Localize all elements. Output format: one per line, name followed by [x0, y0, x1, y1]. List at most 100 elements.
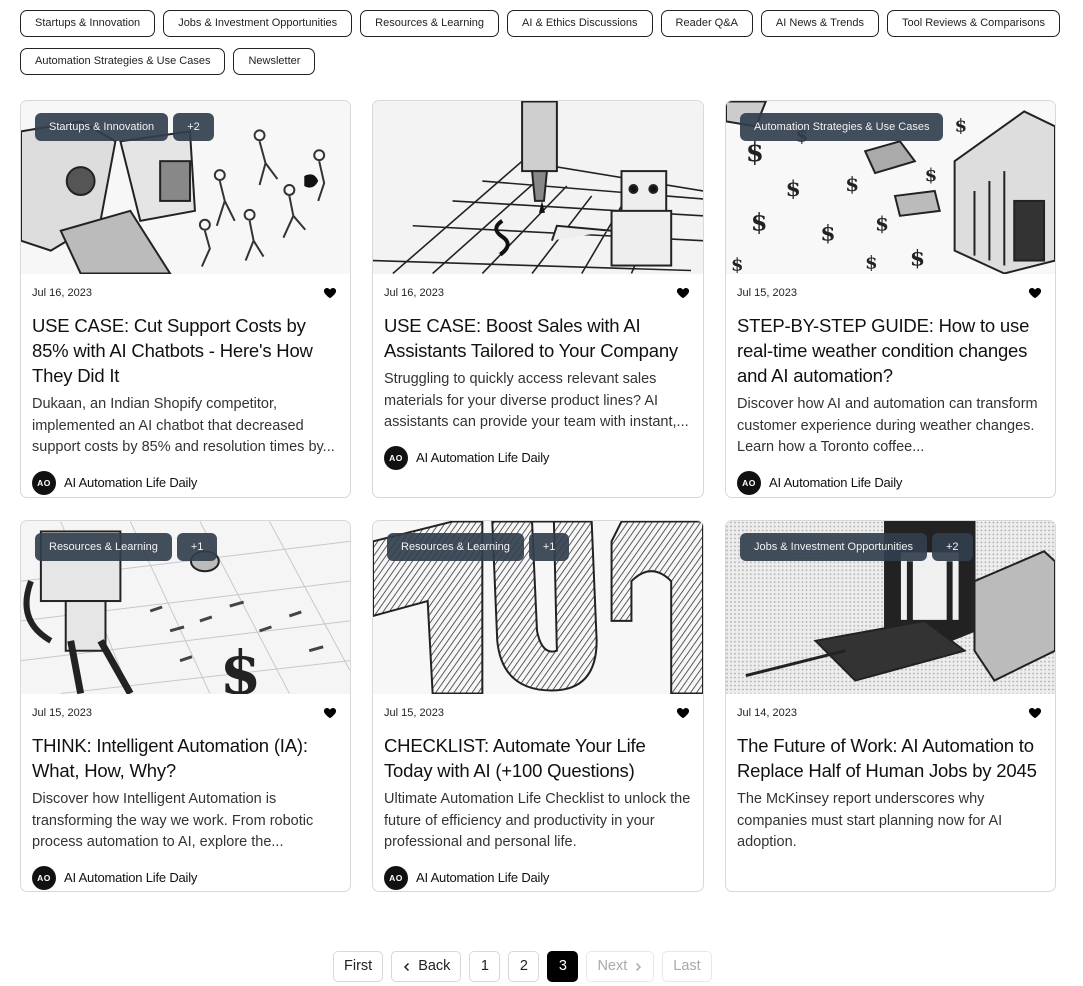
- post-title[interactable]: The Future of Work: AI Automation to Rep…: [737, 733, 1044, 783]
- avatar: AO: [384, 445, 408, 470]
- post-date: Jul 15, 2023: [737, 286, 797, 299]
- post-excerpt: Dukaan, an Indian Shopify competitor, im…: [32, 396, 335, 455]
- post-tags: Resources & Learning +1: [35, 533, 218, 561]
- filter-newsletter[interactable]: Newsletter: [233, 48, 316, 75]
- chevron-left-icon: [404, 962, 410, 971]
- page-3-button[interactable]: 3: [547, 951, 579, 982]
- post-tags: Jobs & Investment Opportunities +2: [740, 533, 973, 561]
- post-excerpt: Discover how AI and automation can trans…: [737, 396, 1038, 455]
- post-thumbnail[interactable]: $ Resources & Learning +1: [21, 521, 350, 694]
- category-tag[interactable]: Resources & Learning: [35, 533, 172, 561]
- post-author[interactable]: AO AI Automation Life Daily: [384, 865, 692, 890]
- heart-icon[interactable]: [323, 706, 337, 720]
- post-author[interactable]: AO AI Automation Life Daily: [737, 470, 1044, 495]
- post-title[interactable]: USE CASE: Cut Support Costs by 85% with …: [32, 313, 339, 388]
- svg-text:$: $: [220, 638, 262, 694]
- filter-jobs-investment[interactable]: Jobs & Investment Opportunities: [163, 10, 353, 37]
- author-name: AI Automation Life Daily: [64, 870, 198, 885]
- post-title[interactable]: USE CASE: Boost Sales with AI Assistants…: [384, 313, 692, 363]
- author-name: AI Automation Life Daily: [416, 870, 550, 885]
- post-thumbnail[interactable]: Jobs & Investment Opportunities +2: [726, 521, 1055, 694]
- category-filter-bar: Startups & Innovation Jobs & Investment …: [20, 10, 1063, 75]
- svg-text:$: $: [910, 246, 925, 272]
- next-button[interactable]: Next: [586, 951, 655, 982]
- svg-text:$: $: [875, 212, 889, 236]
- svg-text:$: $: [925, 165, 937, 186]
- avatar: AO: [32, 865, 56, 890]
- back-button[interactable]: Back: [391, 951, 462, 982]
- post-tags: Automation Strategies & Use Cases: [740, 113, 944, 141]
- more-tags-badge[interactable]: +2: [173, 113, 214, 141]
- category-tag[interactable]: Resources & Learning: [387, 533, 524, 561]
- page-2-button[interactable]: 2: [508, 951, 540, 982]
- svg-text:$: $: [751, 209, 768, 237]
- post-card[interactable]: Startups & Innovation +2 Jul 16, 2023 US…: [20, 100, 351, 498]
- category-tag[interactable]: Startups & Innovation: [35, 113, 169, 141]
- post-tags: Resources & Learning +1: [387, 533, 570, 561]
- svg-text:$: $: [955, 115, 967, 136]
- heart-icon[interactable]: [1028, 286, 1042, 300]
- post-card[interactable]: Jobs & Investment Opportunities +2 Jul 1…: [725, 520, 1056, 892]
- pagination: First Back 1 2 3 Next Last: [333, 951, 712, 982]
- heart-icon[interactable]: [1028, 706, 1042, 720]
- post-grid: Startups & Innovation +2 Jul 16, 2023 US…: [20, 100, 1056, 892]
- post-date: Jul 15, 2023: [32, 706, 92, 719]
- author-name: AI Automation Life Daily: [416, 450, 550, 465]
- heart-icon[interactable]: [676, 706, 690, 720]
- heart-icon[interactable]: [676, 286, 690, 300]
- post-tags: Startups & Innovation +2: [35, 113, 214, 141]
- heart-icon[interactable]: [323, 286, 337, 300]
- category-tag[interactable]: Jobs & Investment Opportunities: [740, 533, 927, 561]
- author-name: AI Automation Life Daily: [64, 475, 198, 490]
- post-thumbnail[interactable]: $$ $$ $$ $$ $$ $$ Automation Strate: [726, 101, 1055, 274]
- filter-resources-learning[interactable]: Resources & Learning: [360, 10, 499, 37]
- post-excerpt: Discover how Intelligent Automation is t…: [32, 791, 314, 850]
- post-title[interactable]: THINK: Intelligent Automation (IA): What…: [32, 733, 339, 783]
- post-title[interactable]: STEP-BY-STEP GUIDE: How to use real-time…: [737, 313, 1044, 388]
- filter-ai-news-trends[interactable]: AI News & Trends: [760, 10, 879, 37]
- post-thumbnail[interactable]: Startups & Innovation +2: [21, 101, 350, 274]
- post-excerpt: Struggling to quickly access relevant sa…: [384, 371, 689, 430]
- svg-text:$: $: [786, 176, 801, 202]
- post-author[interactable]: AO AI Automation Life Daily: [32, 470, 339, 495]
- post-date: Jul 16, 2023: [32, 286, 92, 299]
- last-page-button[interactable]: Last: [662, 951, 712, 982]
- back-label: Back: [418, 958, 451, 974]
- more-tags-badge[interactable]: +2: [931, 533, 973, 561]
- more-tags-badge[interactable]: +1: [176, 533, 218, 561]
- post-date: Jul 15, 2023: [384, 706, 444, 719]
- filter-tool-reviews[interactable]: Tool Reviews & Comparisons: [886, 10, 1061, 37]
- avatar: AO: [32, 470, 56, 495]
- post-card[interactable]: $$ $$ $$ $$ $$ $$ Automation Strate: [725, 100, 1056, 498]
- filter-reader-qa[interactable]: Reader Q&A: [660, 10, 753, 37]
- post-author[interactable]: AO AI Automation Life Daily: [384, 445, 692, 470]
- post-author[interactable]: AO AI Automation Life Daily: [32, 865, 339, 890]
- filter-ai-ethics[interactable]: AI & Ethics Discussions: [507, 10, 653, 37]
- post-title[interactable]: CHECKLIST: Automate Your Life Today with…: [384, 733, 692, 783]
- author-name: AI Automation Life Daily: [769, 475, 903, 490]
- post-excerpt: Ultimate Automation Life Checklist to un…: [384, 791, 691, 850]
- post-card[interactable]: $ Resources & Learning +1 Jul 15, 2023 T…: [20, 520, 351, 892]
- page-1-button[interactable]: 1: [469, 951, 501, 982]
- svg-text:$: $: [731, 254, 743, 274]
- first-page-button[interactable]: First: [333, 951, 384, 982]
- post-thumbnail[interactable]: Resources & Learning +1: [373, 521, 703, 694]
- svg-text:$: $: [820, 221, 835, 247]
- filter-automation-strategies[interactable]: Automation Strategies & Use Cases: [20, 48, 226, 75]
- post-excerpt: The McKinsey report underscores why comp…: [737, 791, 1003, 850]
- post-date: Jul 16, 2023: [384, 286, 444, 299]
- filter-startups-innovation[interactable]: Startups & Innovation: [20, 10, 156, 37]
- category-tag[interactable]: Automation Strategies & Use Cases: [740, 113, 944, 141]
- next-label: Next: [597, 958, 628, 974]
- post-thumbnail[interactable]: [373, 101, 703, 274]
- svg-text:$: $: [845, 172, 859, 196]
- post-date: Jul 14, 2023: [737, 706, 797, 719]
- post-card[interactable]: Jul 16, 2023 USE CASE: Boost Sales with …: [372, 100, 704, 498]
- chevron-right-icon: [636, 962, 642, 971]
- avatar: AO: [384, 865, 408, 890]
- more-tags-badge[interactable]: +1: [528, 533, 570, 561]
- avatar: AO: [737, 470, 761, 495]
- svg-text:$: $: [865, 253, 877, 274]
- post-card[interactable]: Resources & Learning +1 Jul 15, 2023 CHE…: [372, 520, 704, 892]
- svg-text:$: $: [746, 138, 764, 168]
